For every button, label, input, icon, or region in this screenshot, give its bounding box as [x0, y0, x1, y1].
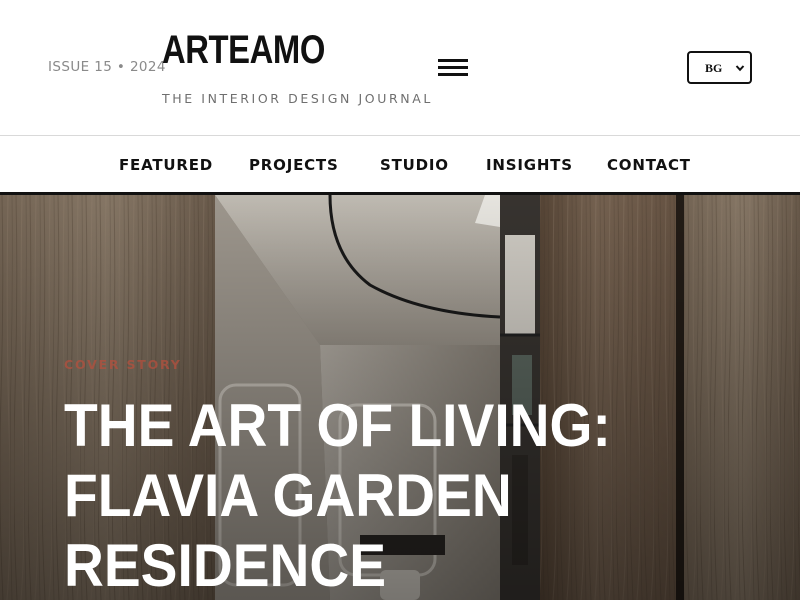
nav-item-contact[interactable]: CONTACT: [607, 156, 691, 174]
nav-item-featured[interactable]: FEATURED: [119, 156, 213, 174]
site-logo[interactable]: ARTEAMO: [162, 26, 325, 74]
hero-headline[interactable]: THE ART OF LIVING: FLAVIA GARDEN RESIDEN…: [64, 391, 634, 600]
chevron-down-icon: [735, 65, 745, 72]
main-nav: FEATURED PROJECTS STUDIO INSIGHTS CONTAC…: [0, 135, 800, 195]
nav-item-studio[interactable]: STUDIO: [380, 156, 449, 174]
language-select[interactable]: BG: [687, 51, 752, 84]
issue-label: ISSUE 15 • 2024: [48, 59, 166, 75]
hero-section: COVER STORY THE ART OF LIVING: FLAVIA GA…: [0, 195, 800, 600]
menu-bar: [438, 66, 468, 69]
headline-line: FLAVIA GARDEN: [64, 462, 512, 529]
hamburger-menu-icon[interactable]: [436, 56, 470, 80]
language-value: BG: [705, 61, 723, 75]
nav-item-insights[interactable]: INSIGHTS: [486, 156, 573, 174]
nav-item-projects[interactable]: PROJECTS: [249, 156, 339, 174]
site-header: ISSUE 15 • 2024 ARTEAMO THE INTERIOR DES…: [0, 0, 800, 135]
headline-line: RESIDENCE: [64, 532, 387, 599]
hero-kicker: COVER STORY: [64, 357, 182, 372]
site-tagline: THE INTERIOR DESIGN JOURNAL: [162, 91, 433, 106]
menu-bar: [438, 59, 468, 62]
headline-line: THE ART OF LIVING:: [64, 392, 611, 459]
menu-bar: [438, 73, 468, 76]
